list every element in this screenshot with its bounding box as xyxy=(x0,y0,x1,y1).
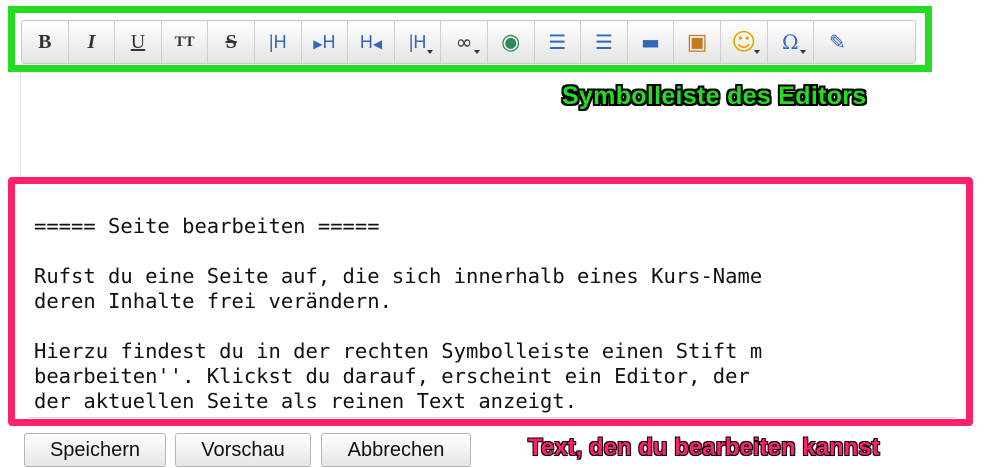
ordered-list-button[interactable]: ☰ xyxy=(535,21,582,63)
signature-icon: ✎ xyxy=(829,30,846,54)
heading-lower-button[interactable]: ▶H xyxy=(302,21,349,63)
smiley-button[interactable]: ☺ xyxy=(721,21,768,63)
editor-toolbar: B I U TT S |H ▶H H◀ |H ∞ ◉ ☰ ☰ ▬ ▣ ☺ Ω ✎ xyxy=(21,20,916,64)
media-button[interactable]: ▣ xyxy=(674,21,721,63)
external-link-button[interactable]: ◉ xyxy=(488,21,535,63)
heading-lower-icon: ▶H xyxy=(313,31,336,52)
signature-button[interactable]: ✎ xyxy=(814,21,861,63)
horizontal-rule-button[interactable]: ▬ xyxy=(628,21,675,63)
horizontal-rule-icon: ▬ xyxy=(641,30,660,54)
save-button[interactable]: Speichern xyxy=(24,433,166,467)
editor-textarea[interactable]: ===== Seite bearbeiten ===== Rufst du ei… xyxy=(34,214,959,419)
heading-select-icon: |H xyxy=(408,31,427,52)
heading-same-button[interactable]: |H xyxy=(255,21,302,63)
heading-higher-button[interactable]: H◀ xyxy=(348,21,395,63)
heading-same-icon: |H xyxy=(268,31,287,52)
unordered-list-icon: ☰ xyxy=(594,30,613,54)
unordered-list-button[interactable]: ☰ xyxy=(581,21,628,63)
textarea-bottom-border xyxy=(27,417,957,418)
monospace-icon: TT xyxy=(174,33,195,50)
cancel-button[interactable]: Abbrechen xyxy=(321,433,471,467)
heading-higher-icon: H◀ xyxy=(359,31,383,52)
bold-icon: B xyxy=(38,30,52,53)
omega-icon: Ω xyxy=(782,30,799,54)
preview-button[interactable]: Vorschau xyxy=(175,433,311,467)
editor-border-left xyxy=(20,72,21,182)
editor-border-top xyxy=(20,72,920,73)
strikethrough-button[interactable]: S xyxy=(208,21,255,63)
heading-select-button[interactable]: |H xyxy=(395,21,442,63)
italic-icon: I xyxy=(87,30,96,53)
ordered-list-icon: ☰ xyxy=(548,30,567,54)
italic-button[interactable]: I xyxy=(69,21,116,63)
image-icon: ▣ xyxy=(686,29,708,55)
link-button[interactable]: ∞ xyxy=(441,21,488,63)
text-annotation-label: Text, den du bearbeiten kannst xyxy=(528,434,880,461)
monospace-button[interactable]: TT xyxy=(162,21,209,63)
special-chars-button[interactable]: Ω xyxy=(768,21,815,63)
underline-icon: U xyxy=(130,30,146,53)
smiley-icon: ☺ xyxy=(731,28,757,56)
globe-link-icon: ◉ xyxy=(501,29,521,55)
editor-textarea-highlight[interactable]: ===== Seite bearbeiten ===== Rufst du ei… xyxy=(8,177,973,426)
strikethrough-icon: S xyxy=(225,30,237,53)
underline-button[interactable]: U xyxy=(115,21,162,63)
link-icon: ∞ xyxy=(455,30,473,54)
toolbar-annotation-label: Symbolleiste des Editors xyxy=(562,82,867,110)
bold-button[interactable]: B xyxy=(22,21,69,63)
